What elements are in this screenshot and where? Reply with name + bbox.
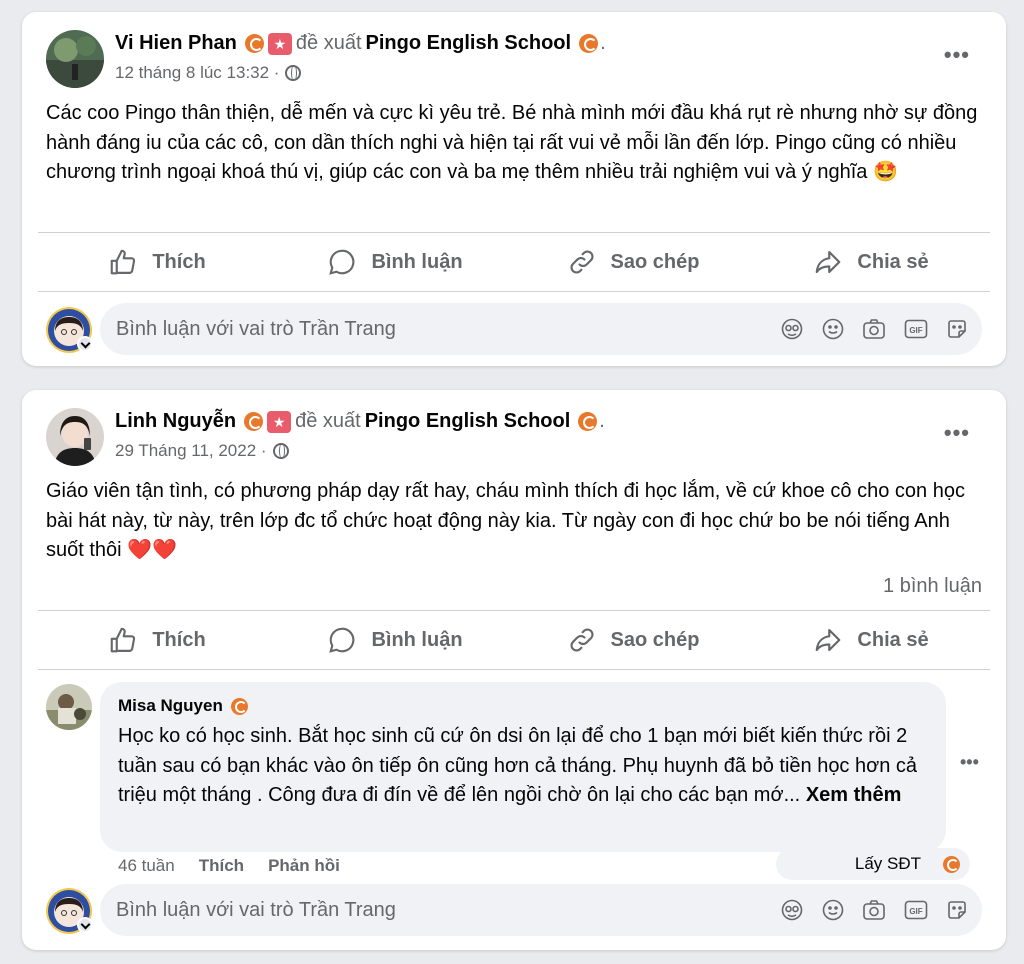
avatar-sticker-icon[interactable] [780, 318, 804, 340]
emoji-icon[interactable] [822, 899, 844, 921]
author-name[interactable]: Vi Hien Phan [115, 32, 237, 55]
comment-button[interactable]: Bình luận [276, 611, 514, 669]
comment-button[interactable]: Bình luận [276, 233, 514, 291]
post-meta: 12 tháng 8 lúc 13:32 · [115, 63, 302, 83]
period: . [599, 410, 605, 432]
reply-more-button[interactable]: ••• [960, 752, 979, 773]
comment-composer: GIF [100, 884, 982, 936]
emoji-icon[interactable] [822, 318, 844, 340]
divider [38, 669, 990, 670]
top-fan-icon: ★ [267, 410, 292, 433]
reaction-pill[interactable]: Lấy SĐT [776, 848, 970, 880]
review-post-2: Linh Nguyễn ★ đề xuất Pingo English Scho… [22, 390, 1006, 950]
avatar-sticker-icon[interactable] [780, 899, 804, 921]
post-text: Giáo viên tận tình, có phương pháp dạy r… [46, 480, 965, 561]
top-fan-icon: ★ [267, 32, 292, 55]
thumb-up-icon [111, 627, 136, 653]
reply-author-avatar[interactable] [46, 684, 92, 730]
comment-label: Bình luận [371, 628, 463, 651]
page-badge-icon [578, 412, 598, 431]
gif-icon[interactable]: GIF [904, 318, 928, 340]
chevron-down-icon[interactable] [77, 336, 93, 352]
reply-age[interactable]: 46 tuần [118, 856, 175, 876]
comment-bubble-icon [329, 249, 355, 275]
gif-icon[interactable]: GIF [904, 899, 928, 921]
copy-label: Sao chép [610, 250, 700, 273]
reply-reply-link[interactable]: Phản hồi [268, 856, 340, 876]
link-icon [570, 250, 594, 274]
pill-text: Lấy SĐT [854, 854, 921, 873]
recommends-label: đề xuất [295, 410, 361, 432]
copy-link-button[interactable]: Sao chép [514, 233, 752, 291]
share-label: Chia sẻ [857, 628, 929, 651]
page-badge-icon [579, 34, 599, 53]
page-name[interactable]: Pingo English School [366, 32, 572, 55]
more-options-button[interactable]: ••• [944, 42, 970, 68]
author-avatar[interactable] [46, 408, 104, 466]
post-meta: 29 Tháng 11, 2022 · [115, 441, 289, 461]
camera-icon[interactable] [862, 899, 886, 921]
comment-count[interactable]: 1 bình luận [883, 575, 982, 598]
thumb-up-icon [111, 249, 136, 275]
follower-badge-icon [943, 855, 960, 873]
link-icon [570, 628, 594, 652]
page-name[interactable]: Pingo English School [365, 410, 571, 433]
reply-header: Misa Nguyen [118, 696, 248, 716]
reply-meta: 46 tuần Thích Phản hồi [118, 856, 340, 876]
comment-bubble-icon [329, 627, 355, 653]
share-arrow-icon [816, 250, 841, 274]
follower-badge-icon [230, 697, 248, 715]
chevron-down-icon[interactable] [77, 917, 93, 933]
more-options-button[interactable]: ••• [944, 420, 970, 446]
recommends-label: đề xuất [295, 32, 362, 54]
like-button[interactable]: Thích [38, 611, 276, 669]
share-button[interactable]: Chia sẻ [752, 233, 990, 291]
reply-text: Học ko có học sinh. Bắt học sinh cũ cứ ô… [118, 722, 928, 811]
see-more-link[interactable]: Xem thêm [806, 784, 902, 806]
composer-tools: GIF [780, 318, 968, 340]
post-header: Vi Hien Phan ★ đề xuất Pingo English Sch… [115, 32, 606, 55]
divider [38, 291, 990, 292]
author-name[interactable]: Linh Nguyễn [115, 410, 236, 433]
sticker-icon[interactable] [946, 899, 968, 921]
camera-icon[interactable] [862, 318, 886, 340]
post-text: Các coo Pingo thân thiện, dễ mến và cực … [46, 102, 978, 183]
comment-input[interactable] [116, 303, 716, 355]
post-header: Linh Nguyễn ★ đề xuất Pingo English Scho… [115, 410, 605, 433]
like-label: Thích [152, 628, 206, 651]
copy-link-button[interactable]: Sao chép [514, 611, 752, 669]
follower-badge-icon [244, 34, 264, 53]
share-button[interactable]: Chia sẻ [752, 611, 990, 669]
sticker-icon[interactable] [946, 318, 968, 340]
author-avatar[interactable] [46, 30, 104, 88]
review-post-1: Vi Hien Phan ★ đề xuất Pingo English Sch… [22, 12, 1006, 366]
post-timestamp[interactable]: 12 tháng 8 lúc 13:32 · [115, 63, 279, 83]
comment-composer: GIF [100, 303, 982, 355]
share-arrow-icon [816, 628, 841, 652]
svg-text:GIF: GIF [909, 907, 922, 916]
comment-input[interactable] [116, 884, 716, 936]
reply-author-name[interactable]: Misa Nguyen [118, 696, 223, 716]
composer-tools: GIF [780, 899, 968, 921]
reply-like-link[interactable]: Thích [199, 856, 244, 876]
period: . [600, 32, 606, 54]
like-button[interactable]: Thích [38, 233, 276, 291]
share-label: Chia sẻ [857, 250, 929, 273]
copy-label: Sao chép [610, 628, 700, 651]
globe-icon [272, 443, 289, 459]
like-label: Thích [152, 250, 206, 273]
action-bar: Thích Bình luận Sao chép Chia sẻ [38, 233, 990, 291]
follower-badge-icon [244, 412, 264, 431]
globe-icon [285, 65, 302, 81]
svg-text:GIF: GIF [909, 326, 922, 335]
comment-label: Bình luận [371, 250, 463, 273]
action-bar: Thích Bình luận Sao chép Chia sẻ [38, 611, 990, 669]
reply-body: Học ko có học sinh. Bắt học sinh cũ cứ ô… [118, 725, 918, 806]
post-timestamp[interactable]: 29 Tháng 11, 2022 · [115, 441, 267, 461]
reply-bubble: Misa Nguyen Học ko có học sinh. Bắt học … [100, 682, 946, 852]
